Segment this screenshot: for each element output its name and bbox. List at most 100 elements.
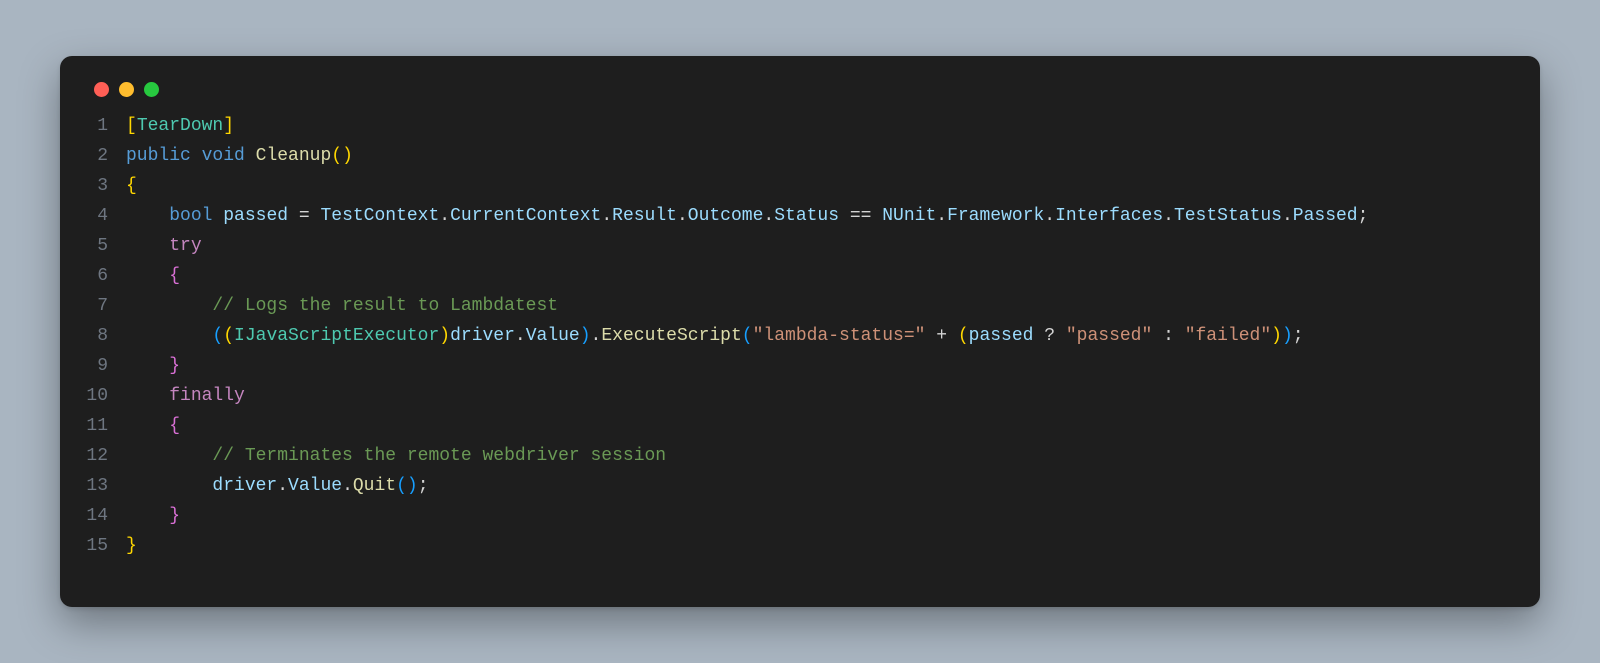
minimize-icon[interactable] bbox=[119, 82, 134, 97]
token: public bbox=[126, 146, 191, 166]
close-icon[interactable] bbox=[94, 82, 109, 97]
line-content[interactable]: } bbox=[126, 351, 180, 381]
line-content[interactable]: { bbox=[126, 261, 180, 291]
token: . bbox=[277, 476, 288, 496]
token: // Terminates the remote webdriver sessi… bbox=[212, 446, 666, 466]
line-content[interactable]: } bbox=[126, 501, 180, 531]
line-content[interactable]: { bbox=[126, 411, 180, 441]
token: "failed" bbox=[1185, 326, 1271, 346]
line-content[interactable]: [TearDown] bbox=[126, 111, 234, 141]
token: Result bbox=[612, 206, 677, 226]
line-content[interactable]: finally bbox=[126, 381, 245, 411]
token bbox=[126, 326, 212, 346]
token bbox=[126, 266, 169, 286]
zoom-icon[interactable] bbox=[144, 82, 159, 97]
token: driver bbox=[450, 326, 515, 346]
token: . bbox=[439, 206, 450, 226]
code-line[interactable]: 6 { bbox=[84, 261, 1516, 291]
token: { bbox=[169, 416, 180, 436]
token: ) bbox=[407, 476, 418, 496]
token: ; bbox=[1293, 326, 1304, 346]
code-line[interactable]: 4 bool passed = TestContext.CurrentConte… bbox=[84, 201, 1516, 231]
token: Quit bbox=[353, 476, 396, 496]
token: } bbox=[169, 506, 180, 526]
line-number: 8 bbox=[84, 321, 126, 351]
line-number: 11 bbox=[84, 411, 126, 441]
token: ( bbox=[223, 326, 234, 346]
code-line[interactable]: 7 // Logs the result to Lambdatest bbox=[84, 291, 1516, 321]
token: Status bbox=[774, 206, 839, 226]
line-content[interactable]: { bbox=[126, 171, 137, 201]
token: ( bbox=[212, 326, 223, 346]
token: { bbox=[126, 176, 137, 196]
line-content[interactable]: // Logs the result to Lambdatest bbox=[126, 291, 558, 321]
token: Value bbox=[288, 476, 342, 496]
token: TestStatus bbox=[1174, 206, 1282, 226]
token bbox=[126, 506, 169, 526]
line-content[interactable]: ((IJavaScriptExecutor)driver.Value).Exec… bbox=[126, 321, 1304, 351]
code-line[interactable]: 8 ((IJavaScriptExecutor)driver.Value).Ex… bbox=[84, 321, 1516, 351]
token: } bbox=[169, 356, 180, 376]
token: . bbox=[763, 206, 774, 226]
token: TestContext bbox=[320, 206, 439, 226]
token: ( bbox=[742, 326, 753, 346]
line-content[interactable]: bool passed = TestContext.CurrentContext… bbox=[126, 201, 1368, 231]
token: void bbox=[202, 146, 245, 166]
token: Passed bbox=[1293, 206, 1358, 226]
code-line[interactable]: 13 driver.Value.Quit(); bbox=[84, 471, 1516, 501]
token: Cleanup bbox=[256, 146, 332, 166]
line-number: 14 bbox=[84, 501, 126, 531]
line-content[interactable]: public void Cleanup() bbox=[126, 141, 353, 171]
code-line[interactable]: 2public void Cleanup() bbox=[84, 141, 1516, 171]
line-content[interactable]: driver.Value.Quit(); bbox=[126, 471, 429, 501]
line-number: 2 bbox=[84, 141, 126, 171]
token: . bbox=[1163, 206, 1174, 226]
token: // Logs the result to Lambdatest bbox=[212, 296, 558, 316]
token: driver bbox=[212, 476, 277, 496]
line-content[interactable]: try bbox=[126, 231, 202, 261]
token bbox=[126, 446, 212, 466]
token: ; bbox=[1358, 206, 1369, 226]
token bbox=[126, 416, 169, 436]
token bbox=[126, 386, 169, 406]
code-line[interactable]: 9 } bbox=[84, 351, 1516, 381]
code-line[interactable]: 11 { bbox=[84, 411, 1516, 441]
token: . bbox=[1282, 206, 1293, 226]
code-line[interactable]: 14 } bbox=[84, 501, 1516, 531]
code-line[interactable]: 12 // Terminates the remote webdriver se… bbox=[84, 441, 1516, 471]
token: ? bbox=[1033, 326, 1065, 346]
token bbox=[126, 356, 169, 376]
token bbox=[191, 146, 202, 166]
code-line[interactable]: 10 finally bbox=[84, 381, 1516, 411]
token: "passed" bbox=[1066, 326, 1152, 346]
token: . bbox=[515, 326, 526, 346]
code-area[interactable]: 1[TearDown]2public void Cleanup()3{4 boo… bbox=[84, 111, 1516, 561]
token: Interfaces bbox=[1055, 206, 1163, 226]
token: "lambda-status=" bbox=[753, 326, 926, 346]
token bbox=[126, 236, 169, 256]
line-number: 7 bbox=[84, 291, 126, 321]
token: . bbox=[677, 206, 688, 226]
token: ) bbox=[439, 326, 450, 346]
code-line[interactable]: 5 try bbox=[84, 231, 1516, 261]
line-number: 1 bbox=[84, 111, 126, 141]
token bbox=[245, 146, 256, 166]
line-content[interactable]: } bbox=[126, 531, 137, 561]
token: passed bbox=[969, 326, 1034, 346]
token: ExecuteScript bbox=[601, 326, 741, 346]
line-number: 13 bbox=[84, 471, 126, 501]
token: ( bbox=[331, 146, 342, 166]
code-line[interactable]: 1[TearDown] bbox=[84, 111, 1516, 141]
code-line[interactable]: 15} bbox=[84, 531, 1516, 561]
token: Value bbox=[526, 326, 580, 346]
token: try bbox=[169, 236, 201, 256]
line-content[interactable]: // Terminates the remote webdriver sessi… bbox=[126, 441, 666, 471]
token: + bbox=[925, 326, 957, 346]
token: Outcome bbox=[688, 206, 764, 226]
token bbox=[126, 296, 212, 316]
line-number: 9 bbox=[84, 351, 126, 381]
code-line[interactable]: 3{ bbox=[84, 171, 1516, 201]
token: { bbox=[169, 266, 180, 286]
token: ; bbox=[418, 476, 429, 496]
line-number: 3 bbox=[84, 171, 126, 201]
